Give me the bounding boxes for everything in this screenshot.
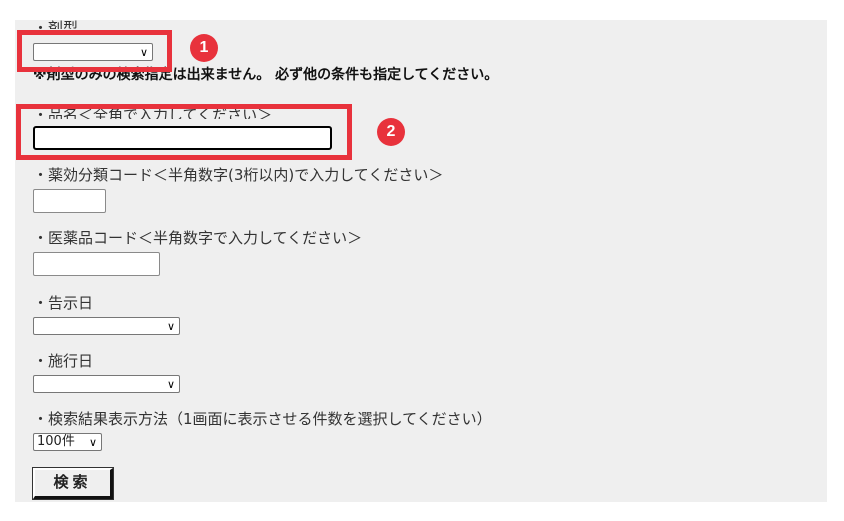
highlight-box-2: [16, 104, 352, 160]
step-badge-1: 1: [190, 34, 218, 62]
drug-code-input[interactable]: [33, 252, 160, 276]
notice-date-label: ・告示日: [33, 294, 94, 312]
display-method-label: ・検索結果表示方法（1画面に表示させる件数を選択してください）: [33, 410, 492, 428]
chevron-down-icon: ∨: [166, 378, 175, 391]
effective-date-label: ・施行日: [33, 352, 94, 370]
display-count-select[interactable]: 100件 ∨: [33, 433, 102, 451]
efficacy-code-label: ・薬効分類コード＜半角数字(3桁以内)で入力してください＞: [33, 166, 444, 184]
display-count-value: 100件: [37, 434, 75, 449]
efficacy-code-input[interactable]: [33, 189, 106, 213]
chevron-down-icon: ∨: [88, 436, 97, 449]
search-button[interactable]: 検索: [32, 467, 114, 500]
step-badge-2: 2: [377, 118, 405, 146]
dosage-form-label: ・剤型: [33, 19, 79, 29]
drug-code-label: ・医薬品コード＜半角数字で入力してください＞: [33, 229, 363, 247]
effective-date-select[interactable]: ∨: [33, 375, 180, 393]
notice-date-select[interactable]: ∨: [33, 317, 180, 335]
highlight-box-1: [17, 30, 172, 72]
chevron-down-icon: ∨: [166, 320, 175, 333]
